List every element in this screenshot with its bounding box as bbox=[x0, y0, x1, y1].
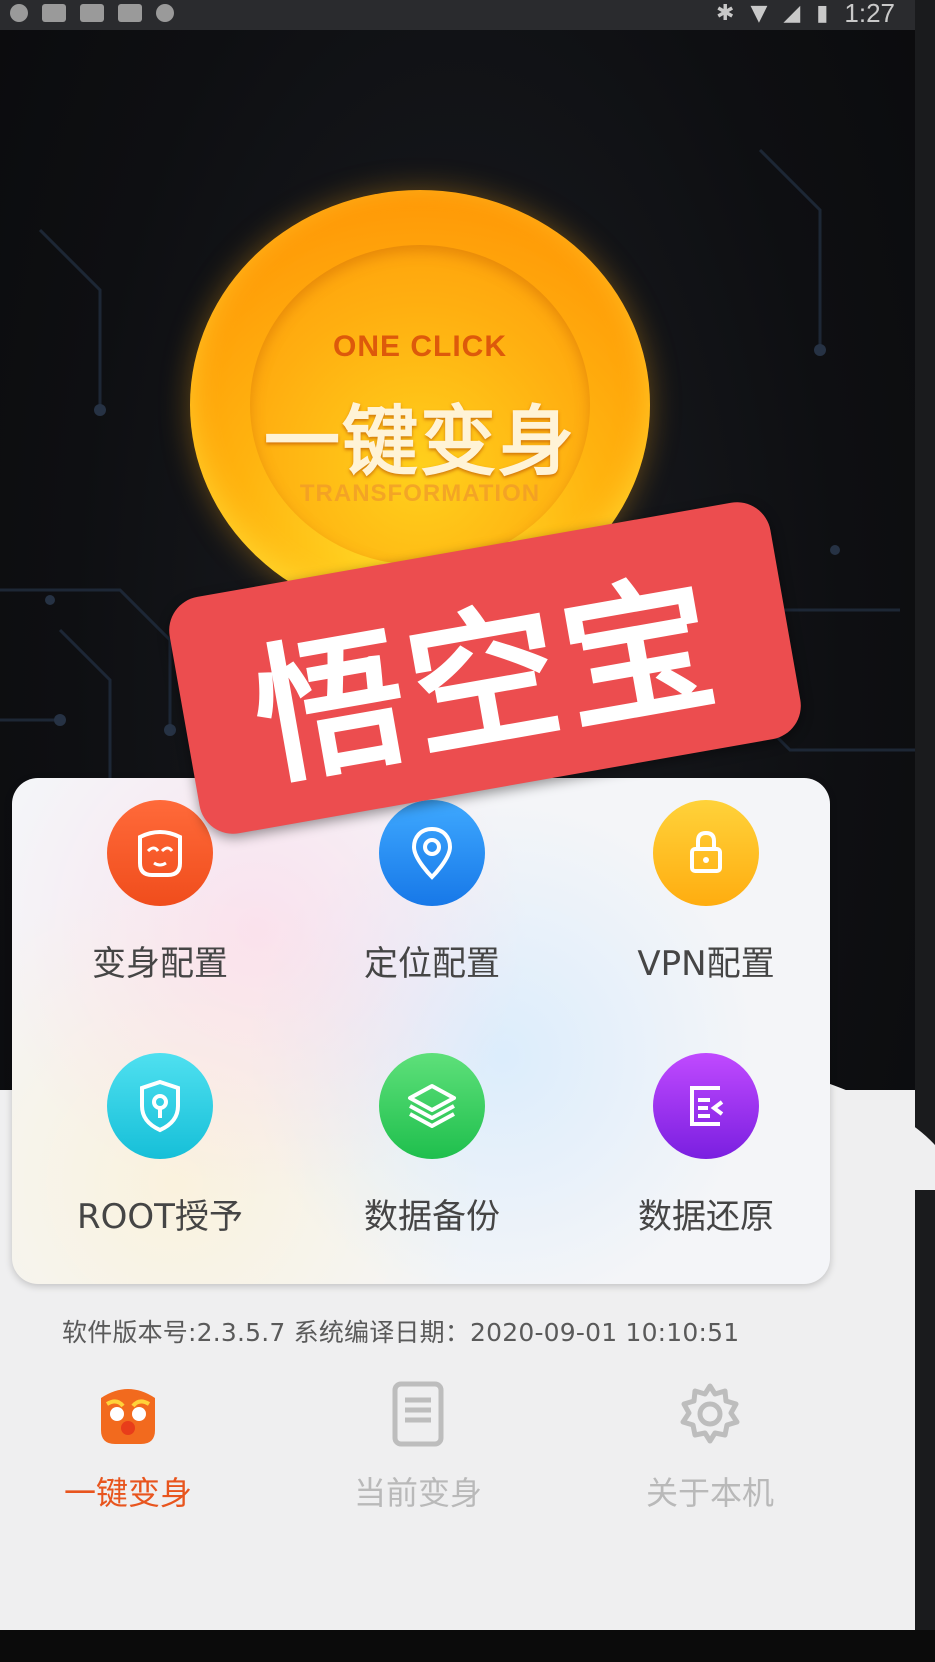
menu-item-label: VPN配置 bbox=[637, 944, 775, 984]
menu-card: 变身配置 定位配置 VPN配置 ROOT授予 数据备份 数据还原 bbox=[12, 778, 830, 1284]
menu-item-label: 定位配置 bbox=[364, 944, 500, 984]
layers-icon bbox=[379, 1053, 485, 1159]
status-time: 1:27 bbox=[844, 0, 895, 28]
gear-icon bbox=[675, 1378, 745, 1450]
face-icon bbox=[93, 1378, 163, 1450]
menu-item-label: 数据备份 bbox=[364, 1197, 500, 1237]
shield-key-icon bbox=[107, 1053, 213, 1159]
nav-label: 当前变身 bbox=[353, 1474, 482, 1512]
tab-one-click-transform[interactable]: 一键变身 bbox=[0, 1370, 268, 1520]
bottom-navigation: 一键变身 当前变身 关于本机 bbox=[0, 1370, 915, 1520]
nav-label: 一键变身 bbox=[63, 1474, 192, 1512]
version-info: 软件版本号:2.3.5.7 系统编译日期：2020-09-01 10:10:51 bbox=[62, 1318, 740, 1347]
menu-item-vpn-config[interactable]: VPN配置 bbox=[586, 800, 826, 1000]
tab-about-device[interactable]: 关于本机 bbox=[570, 1370, 850, 1520]
tab-current-transform[interactable]: 当前变身 bbox=[278, 1370, 558, 1520]
wifi-icon: ▼ bbox=[750, 0, 768, 26]
device-bezel bbox=[915, 0, 935, 1662]
hero-english-top: ONE CLICK bbox=[333, 330, 507, 363]
location-gear-icon bbox=[379, 800, 485, 906]
menu-item-label: ROOT授予 bbox=[77, 1197, 243, 1237]
notification-icon bbox=[80, 4, 104, 22]
status-bar: ✱ ▼ ◢ ▮ 1:27 bbox=[0, 0, 935, 30]
bluetooth-icon: ✱ bbox=[716, 0, 735, 26]
mask-icon bbox=[107, 800, 213, 906]
menu-item-data-restore[interactable]: 数据还原 bbox=[586, 1053, 826, 1253]
hero-title: 一键变身 bbox=[264, 397, 576, 486]
vpn-lock-icon bbox=[653, 800, 759, 906]
hero-english-bottom: TRANSFORMATION bbox=[299, 480, 541, 507]
menu-item-label: 数据还原 bbox=[638, 1197, 774, 1237]
device-bottom-edge bbox=[0, 1630, 935, 1662]
menu-item-root-grant[interactable]: ROOT授予 bbox=[40, 1053, 280, 1253]
signal-icon: ◢ bbox=[783, 0, 801, 26]
nav-label: 关于本机 bbox=[645, 1474, 774, 1512]
menu-item-data-backup[interactable]: 数据备份 bbox=[312, 1053, 552, 1253]
battery-icon: ▮ bbox=[816, 0, 829, 26]
menu-item-location-config[interactable]: 定位配置 bbox=[312, 800, 552, 1000]
notification-icon bbox=[10, 4, 28, 22]
notification-icon bbox=[156, 4, 174, 22]
document-icon bbox=[383, 1378, 453, 1450]
notification-icon bbox=[42, 4, 66, 22]
menu-item-label: 变身配置 bbox=[92, 944, 228, 984]
notification-icon bbox=[118, 4, 142, 22]
restore-doc-icon bbox=[653, 1053, 759, 1159]
